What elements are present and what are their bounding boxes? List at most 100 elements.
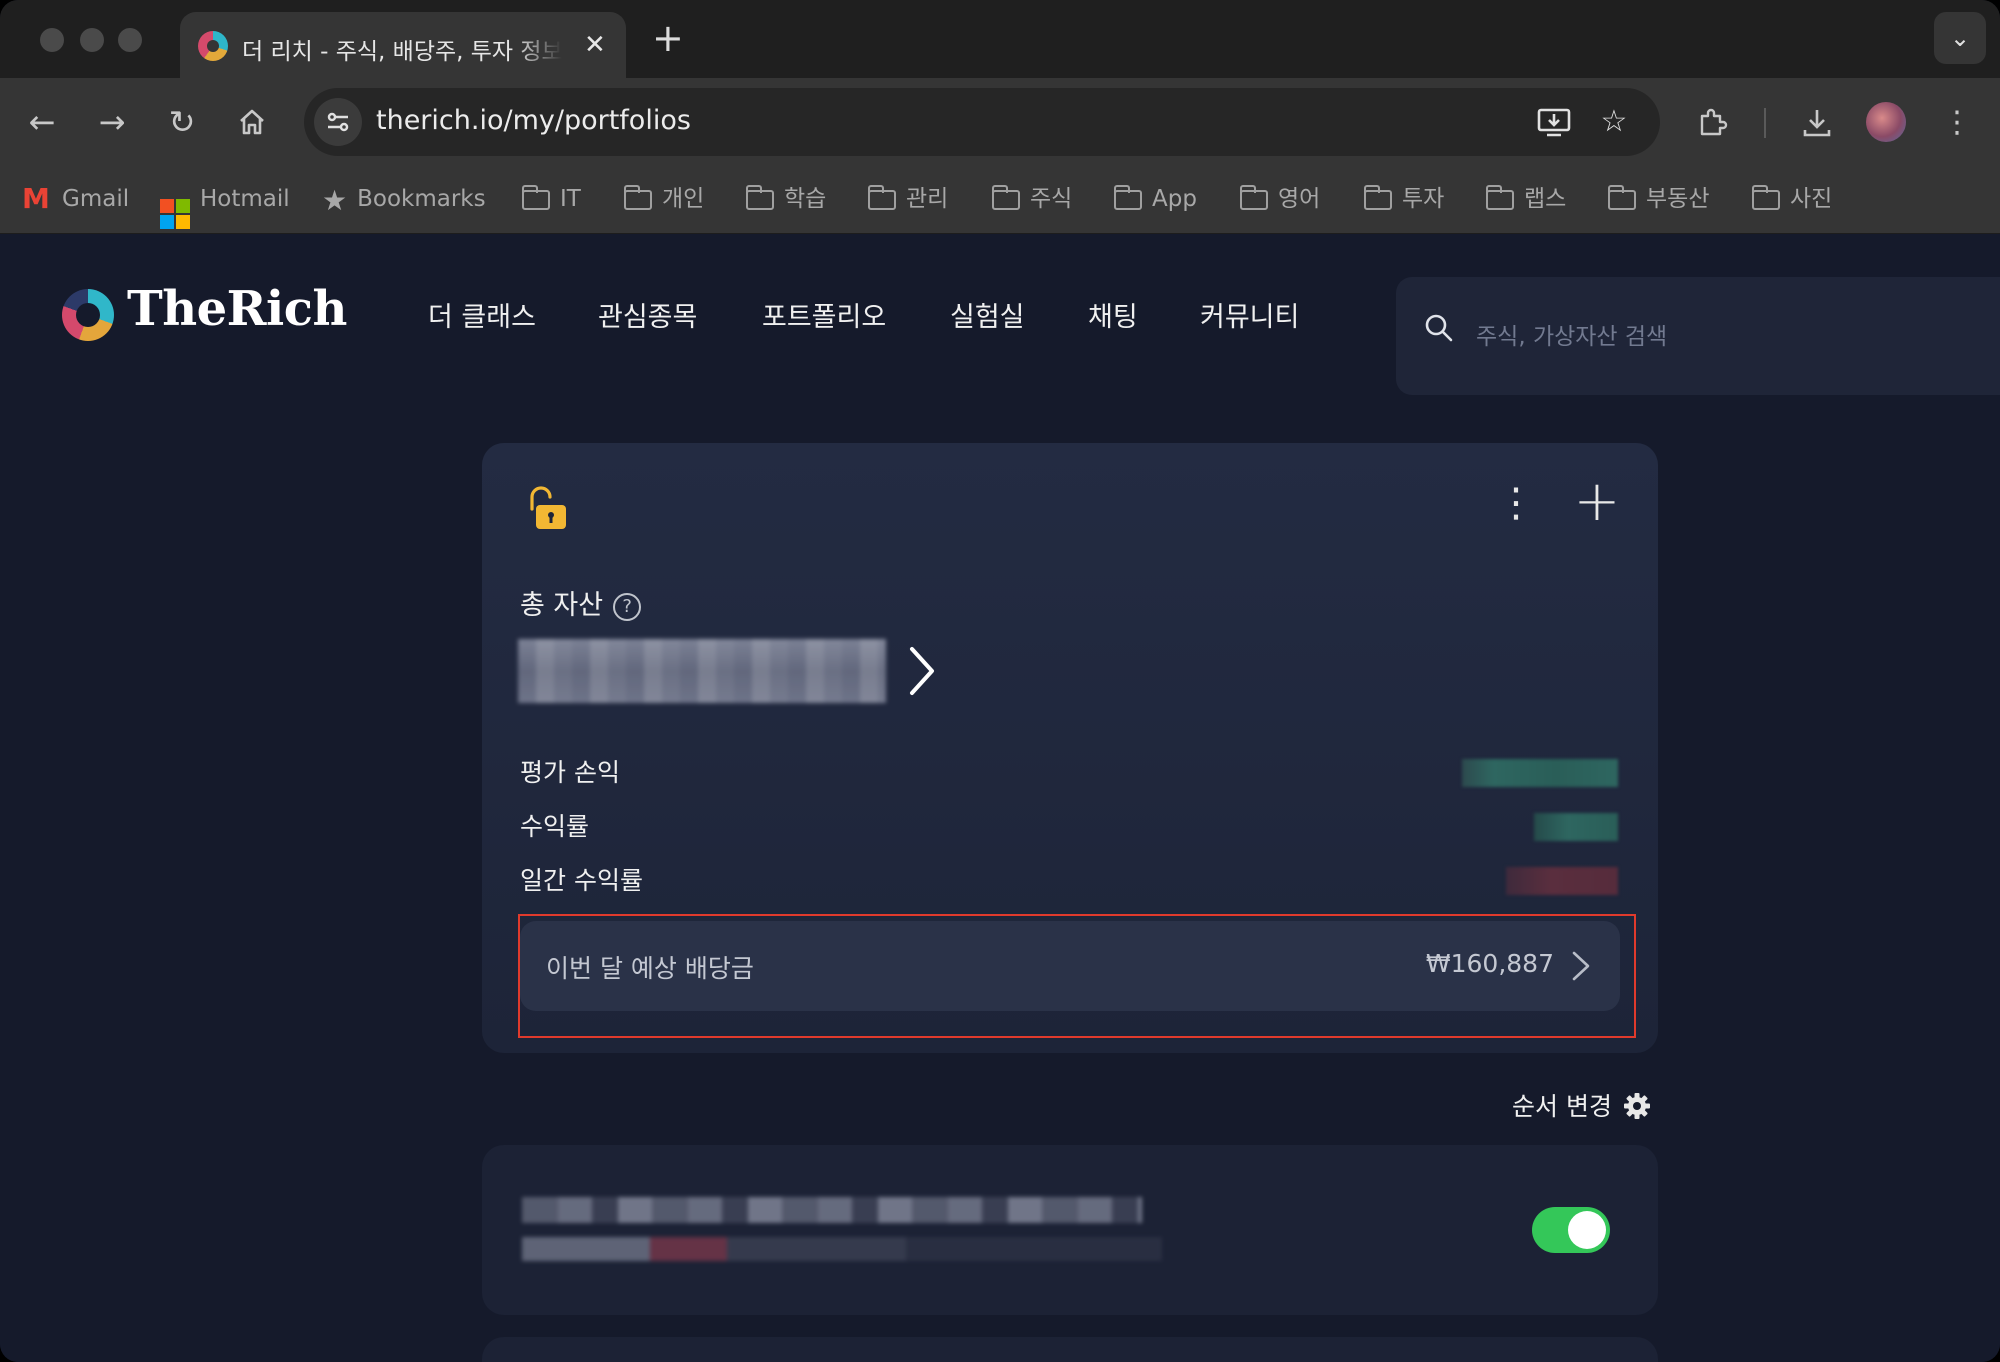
- bookmark-label: 투자: [1402, 186, 1445, 212]
- bookmark-folder-labs[interactable]: 랩스: [1486, 178, 1566, 220]
- nav-lab[interactable]: 실험실: [950, 295, 1025, 334]
- nav-watchlist[interactable]: 관심종목: [598, 295, 697, 334]
- tab-search-button[interactable]: ⌄: [1934, 12, 1986, 64]
- nav-community[interactable]: 커뮤니티: [1200, 295, 1299, 334]
- dividend-label: 이번 달 예상 배당금: [546, 954, 754, 983]
- help-icon[interactable]: ?: [613, 593, 642, 621]
- folder-icon: [1240, 185, 1268, 210]
- monthly-dividend-row[interactable]: 이번 달 예상 배당금 ₩160,887: [520, 921, 1620, 1011]
- bookmark-hotmail[interactable]: Hotmail: [160, 178, 290, 229]
- address-bar[interactable]: therich.io/my/portfolios ☆: [304, 88, 1660, 156]
- bookmark-label: Hotmail: [200, 186, 290, 212]
- url-text[interactable]: therich.io/my/portfolios: [376, 105, 691, 136]
- portfolio-name-redacted: [522, 1197, 1142, 1223]
- bookmark-folder-it[interactable]: IT: [522, 178, 581, 220]
- bookmark-folder-app[interactable]: App: [1114, 178, 1197, 220]
- folder-icon: [1608, 185, 1636, 210]
- more-options-icon[interactable]: ⋮: [1496, 481, 1536, 525]
- bookmark-label: App: [1152, 186, 1197, 212]
- bookmark-folder-stocks[interactable]: 주식: [992, 178, 1072, 220]
- gmail-icon: [22, 178, 52, 220]
- site-settings-icon[interactable]: [314, 98, 362, 146]
- folder-icon: [868, 185, 896, 210]
- portfolio-visibility-toggle[interactable]: [1532, 1207, 1610, 1253]
- site-logo[interactable]: TheRich: [127, 281, 347, 337]
- downloads-icon[interactable]: [1794, 100, 1840, 146]
- extensions-icon[interactable]: [1690, 100, 1736, 146]
- reorder-label: 순서 변경: [1512, 1092, 1612, 1121]
- bookmark-folder-manage[interactable]: 관리: [868, 178, 948, 220]
- bookmark-bookmarks[interactable]: ★ Bookmarks: [322, 178, 486, 220]
- gear-icon: [1623, 1093, 1650, 1119]
- bookmark-label: 사진: [1790, 186, 1833, 212]
- bookmark-star-icon[interactable]: ☆: [1594, 102, 1634, 142]
- search-bar[interactable]: 주식, 가상자산 검색: [1396, 277, 2000, 395]
- bookmark-folder-english[interactable]: 영어: [1240, 178, 1320, 220]
- chevron-right-icon[interactable]: [902, 643, 942, 699]
- folder-icon: [1114, 185, 1142, 210]
- reload-icon[interactable]: ↻: [160, 100, 204, 144]
- therich-page: TheRich 더 클래스 관심종목 포트폴리오 실험실 채팅 커뮤니티 주식,…: [0, 235, 2000, 1362]
- browser-toolbar: ← → ↻ therich.io/my/portfolios ☆ ⋮: [0, 78, 2000, 168]
- return-rate-label: 수익률: [520, 812, 590, 841]
- star-icon: ★: [322, 184, 348, 217]
- browser-tab[interactable]: 더 리치 - 주식, 배당주, 투자 정보, 포트폴리오 ✕: [180, 12, 626, 78]
- bookmark-label: 영어: [1278, 186, 1321, 212]
- folder-icon: [522, 185, 550, 210]
- nav-the-class[interactable]: 더 클래스: [428, 295, 536, 334]
- bookmarks-bar: Gmail Hotmail ★Bookmarks IT 개인 학습 관리 주식 …: [0, 168, 2000, 234]
- unlock-icon[interactable]: [522, 483, 572, 533]
- portfolio-list-item[interactable]: [482, 1337, 1658, 1362]
- bookmark-label: 주식: [1030, 186, 1073, 212]
- bookmark-label: Gmail: [62, 186, 130, 212]
- folder-icon: [746, 185, 774, 210]
- new-tab-button[interactable]: +: [652, 18, 684, 58]
- folder-icon: [1364, 185, 1392, 210]
- eval-profit-value-redacted: [1462, 759, 1618, 787]
- minimize-window-button[interactable]: [80, 28, 104, 52]
- bookmark-folder-photos[interactable]: 사진: [1752, 178, 1832, 220]
- forward-icon[interactable]: →: [90, 100, 134, 144]
- bookmark-label: 관리: [906, 186, 949, 212]
- total-assets-text: 총 자산: [520, 590, 604, 621]
- search-placeholder: 주식, 가상자산 검색: [1476, 324, 1668, 350]
- toggle-knob: [1568, 1211, 1606, 1249]
- bookmark-label: 랩스: [1524, 186, 1567, 212]
- add-portfolio-icon[interactable]: +: [1572, 474, 1622, 530]
- total-assets-value-redacted: [518, 639, 886, 703]
- install-app-icon[interactable]: [1534, 102, 1574, 142]
- profile-avatar[interactable]: [1866, 102, 1906, 142]
- microsoft-icon: [160, 199, 190, 229]
- nav-chat[interactable]: 채팅: [1088, 295, 1138, 334]
- bookmark-label: IT: [560, 186, 581, 212]
- bookmark-folder-study[interactable]: 학습: [746, 178, 826, 220]
- folder-icon: [624, 185, 652, 210]
- browser-window: 더 리치 - 주식, 배당주, 투자 정보, 포트폴리오 ✕ + ⌄ ← → ↻…: [0, 0, 2000, 1362]
- reorder-button[interactable]: 순서 변경: [1512, 1087, 1652, 1123]
- nav-portfolio[interactable]: 포트폴리오: [762, 295, 886, 334]
- tab-close-icon[interactable]: ✕: [584, 30, 606, 60]
- tab-bar: 더 리치 - 주식, 배당주, 투자 정보, 포트폴리오 ✕ + ⌄: [0, 0, 2000, 78]
- bookmark-folder-invest[interactable]: 투자: [1364, 178, 1444, 220]
- therich-logo-icon[interactable]: [62, 289, 114, 341]
- bookmark-label: 부동산: [1646, 186, 1710, 212]
- home-icon[interactable]: [230, 100, 274, 144]
- bookmark-label: 학습: [784, 186, 827, 212]
- total-assets-label: 총 자산?: [520, 583, 642, 622]
- daily-return-value-redacted: [1506, 867, 1618, 895]
- search-icon: [1425, 314, 1453, 342]
- bookmark-folder-personal[interactable]: 개인: [624, 178, 704, 220]
- portfolio-list-item[interactable]: [482, 1145, 1658, 1315]
- toolbar-separator: [1764, 108, 1766, 138]
- bookmark-folder-realestate[interactable]: 부동산: [1608, 178, 1709, 220]
- folder-icon: [992, 185, 1020, 210]
- zoom-window-button[interactable]: [118, 28, 142, 52]
- dividend-amount: ₩160,887: [1425, 949, 1554, 978]
- back-icon[interactable]: ←: [20, 100, 64, 144]
- browser-menu-icon[interactable]: ⋮: [1934, 100, 1980, 146]
- bookmark-gmail[interactable]: Gmail: [22, 178, 129, 220]
- close-window-button[interactable]: [40, 28, 64, 52]
- eval-profit-label: 평가 손익: [520, 758, 620, 787]
- folder-icon: [1752, 185, 1780, 210]
- bookmark-label: 개인: [662, 186, 705, 212]
